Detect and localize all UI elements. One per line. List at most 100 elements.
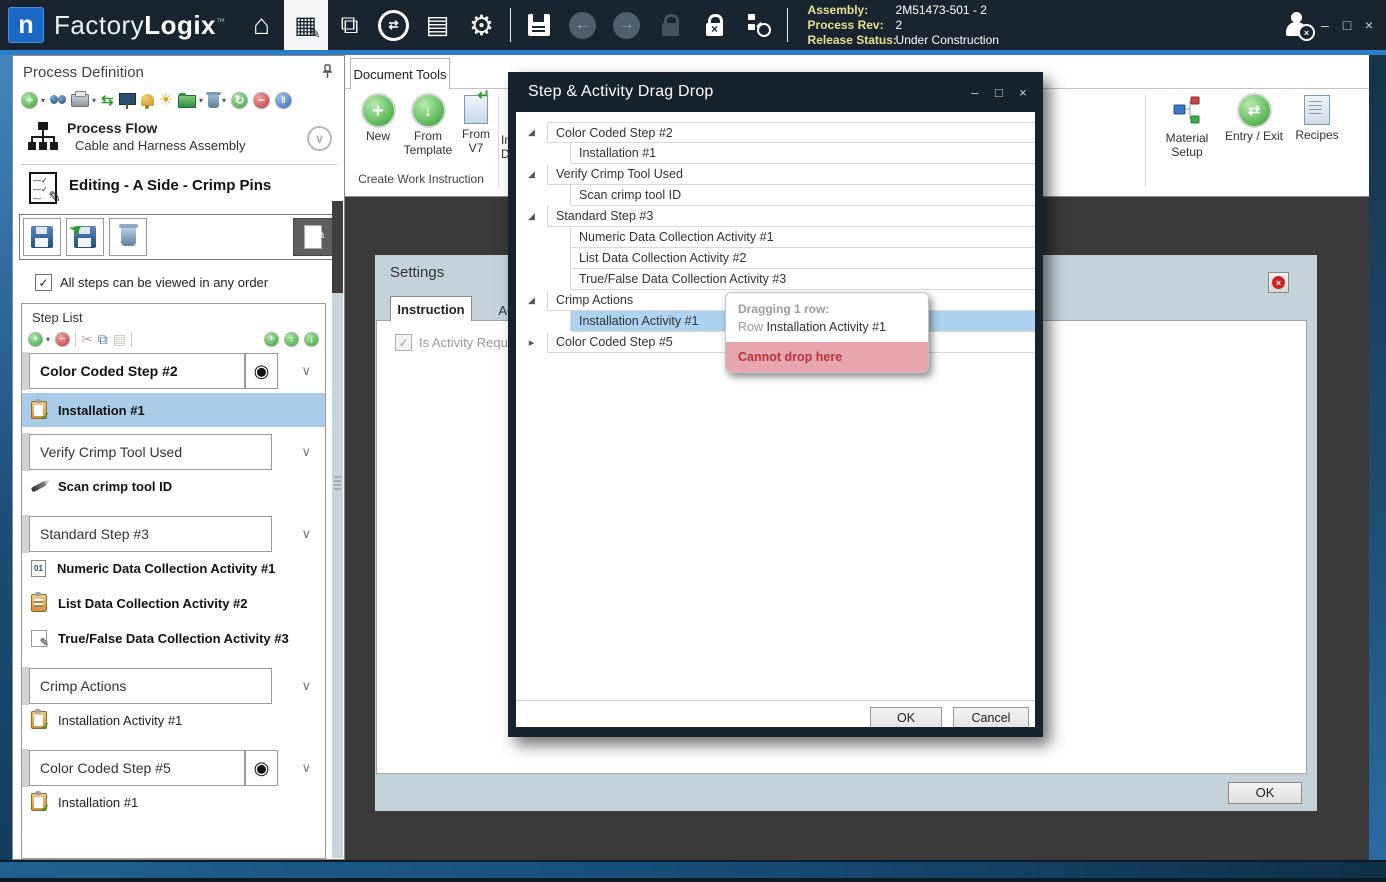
tab-document-tools[interactable]: Document Tools bbox=[350, 58, 450, 89]
save-step-button[interactable] bbox=[23, 218, 61, 256]
step-name-box[interactable]: Color Coded Step #5 bbox=[29, 750, 245, 786]
is-activity-required-checkbox[interactable]: ✓ bbox=[395, 334, 412, 351]
step-header[interactable]: Verify Crimp Tool Used ∨ bbox=[22, 433, 325, 471]
step-header[interactable]: Crimp Actions ∨ bbox=[22, 667, 325, 705]
window-close-button[interactable]: × bbox=[1358, 10, 1380, 40]
settings-close-button[interactable]: × bbox=[1268, 272, 1289, 293]
delete-step-button[interactable] bbox=[109, 218, 147, 256]
step-name-box[interactable]: Standard Step #3 bbox=[29, 516, 272, 552]
process-search-button[interactable] bbox=[737, 0, 781, 50]
delete-caret-icon[interactable]: ▾ bbox=[222, 96, 226, 105]
pin-icon[interactable] bbox=[321, 64, 334, 84]
tree-row[interactable]: ◢ Verify Crimp Tool Used bbox=[516, 164, 1035, 185]
tab-instruction[interactable]: Instruction bbox=[390, 296, 472, 321]
print-icon[interactable] bbox=[71, 94, 89, 107]
expander-expanded-icon[interactable]: ◢ bbox=[516, 290, 547, 311]
user-logout-button[interactable]: × bbox=[1284, 12, 1310, 38]
export-caret-icon[interactable]: ▾ bbox=[199, 96, 203, 105]
transfer-button[interactable]: ⇄ bbox=[372, 0, 416, 50]
activity-row[interactable]: Scan crimp tool ID bbox=[22, 474, 325, 498]
pause-icon[interactable]: ‖ bbox=[275, 92, 292, 109]
from-v7-button[interactable]: From V7 bbox=[455, 95, 497, 155]
activity-row[interactable]: Installation #1 bbox=[22, 790, 325, 814]
tree-row[interactable]: ◢ Standard Step #3 bbox=[516, 206, 1035, 227]
unlock-button[interactable] bbox=[649, 0, 693, 50]
activity-row[interactable]: List Data Collection Activity #2 bbox=[22, 591, 325, 615]
forward-button[interactable]: → bbox=[605, 0, 649, 50]
activity-row[interactable]: Installation Activity #1 bbox=[22, 708, 325, 732]
edit-mode-button[interactable]: ✎ bbox=[293, 218, 333, 256]
shuffle-icon[interactable]: ⇆ bbox=[101, 93, 114, 108]
chevron-down-icon[interactable]: ∨ bbox=[301, 444, 311, 460]
sidebar-scrollbar[interactable] bbox=[332, 201, 343, 858]
add-step-caret-icon[interactable]: ▾ bbox=[46, 335, 50, 344]
step-header[interactable]: Standard Step #3 ∨ bbox=[22, 515, 325, 553]
paste-icon[interactable]: ▤ bbox=[113, 331, 126, 348]
material-setup-button[interactable]: Material Setup bbox=[1157, 95, 1217, 159]
presentation-icon[interactable] bbox=[119, 93, 136, 105]
scrollbar-thumb[interactable] bbox=[332, 201, 343, 293]
chevron-down-icon[interactable]: ∨ bbox=[301, 363, 311, 379]
tree-row[interactable]: Installation #1 bbox=[516, 143, 1035, 164]
expander-expanded-icon[interactable]: ◢ bbox=[516, 206, 547, 227]
alert-icon[interactable] bbox=[141, 94, 154, 106]
any-order-checkbox[interactable]: ✓ bbox=[35, 274, 52, 291]
activity-row[interactable]: Installation #1 bbox=[22, 393, 325, 427]
process-definition-button[interactable]: ▦✎ bbox=[284, 0, 328, 50]
tree-row[interactable]: ◢ Color Coded Step #2 bbox=[516, 122, 1035, 143]
settings-ok-button[interactable]: OK bbox=[1228, 782, 1302, 804]
find-icon[interactable] bbox=[50, 95, 66, 105]
dialog-minimize-button[interactable]: – bbox=[963, 85, 987, 100]
chevron-down-icon[interactable]: ∨ bbox=[301, 760, 311, 776]
home-button[interactable]: ⌂ bbox=[240, 0, 284, 50]
chevron-down-icon[interactable]: ∨ bbox=[301, 678, 311, 694]
color-target-button[interactable]: ◉ bbox=[245, 750, 278, 786]
move-up-icon[interactable]: ↑ bbox=[284, 332, 299, 347]
dialog-maximize-button[interactable]: □ bbox=[987, 85, 1011, 100]
dialog-cancel-button[interactable]: Cancel bbox=[953, 707, 1029, 727]
tree-row[interactable]: Scan crimp tool ID bbox=[516, 185, 1035, 206]
step-name-box[interactable]: Color Coded Step #2 bbox=[29, 353, 245, 389]
expander-collapsed-icon[interactable]: ▸ bbox=[516, 332, 547, 353]
export-folder-icon[interactable] bbox=[178, 95, 196, 108]
activity-row[interactable]: 01 Numeric Data Collection Activity #1 bbox=[22, 556, 325, 580]
step-header[interactable]: Color Coded Step #2 ◉ ∨ bbox=[22, 352, 325, 390]
from-template-button[interactable]: ↓ From Template bbox=[401, 95, 455, 157]
add-step-icon[interactable]: + bbox=[28, 332, 43, 347]
tree-row[interactable]: List Data Collection Activity #2 bbox=[516, 248, 1035, 269]
expander-expanded-icon[interactable]: ◢ bbox=[516, 122, 547, 143]
copy-icon[interactable]: ⧉ bbox=[98, 331, 108, 348]
window-minimize-button[interactable]: – bbox=[1314, 10, 1336, 40]
move-down-icon[interactable]: ↓ bbox=[304, 332, 319, 347]
documents-button[interactable]: ▤ bbox=[416, 0, 460, 50]
step-name-box[interactable]: Verify Crimp Tool Used bbox=[29, 434, 272, 470]
insert-step-icon[interactable]: + bbox=[264, 332, 279, 347]
recipes-button[interactable]: Recipes bbox=[1291, 95, 1343, 142]
lock-close-button[interactable]: × bbox=[693, 0, 737, 50]
tree-row[interactable]: True/False Data Collection Activity #3 bbox=[516, 269, 1035, 290]
chevron-down-icon[interactable]: ∨ bbox=[301, 526, 311, 542]
highlight-icon[interactable]: ☀ bbox=[159, 90, 173, 110]
add-icon[interactable]: + bbox=[21, 92, 38, 109]
window-maximize-button[interactable]: □ bbox=[1336, 10, 1358, 40]
entry-exit-button[interactable]: ⇄ Entry / Exit bbox=[1221, 95, 1287, 143]
step-name-box[interactable]: Crimp Actions bbox=[29, 668, 272, 704]
activity-row[interactable]: True/False Data Collection Activity #3 bbox=[22, 626, 325, 650]
collapse-circle-icon[interactable]: ∨ bbox=[307, 126, 332, 151]
tree-row[interactable]: Numeric Data Collection Activity #1 bbox=[516, 227, 1035, 248]
new-document-button[interactable]: + New bbox=[355, 95, 401, 143]
production-button[interactable]: ⧉ bbox=[328, 0, 372, 50]
add-caret-icon[interactable]: ▾ bbox=[41, 96, 45, 105]
refresh-icon[interactable]: ↻ bbox=[231, 92, 248, 109]
dialog-close-button[interactable]: × bbox=[1011, 85, 1035, 100]
print-caret-icon[interactable]: ▾ bbox=[92, 96, 96, 105]
cut-icon[interactable]: ✂ bbox=[81, 331, 93, 348]
remove-step-icon[interactable]: − bbox=[55, 332, 70, 347]
remove-icon[interactable]: − bbox=[253, 92, 270, 109]
step-header[interactable]: Color Coded Step #5 ◉ ∨ bbox=[22, 749, 325, 787]
back-button[interactable]: ← bbox=[561, 0, 605, 50]
expander-expanded-icon[interactable]: ◢ bbox=[516, 164, 547, 185]
color-target-button[interactable]: ◉ bbox=[245, 353, 278, 389]
save-button[interactable] bbox=[517, 0, 561, 50]
delete-icon[interactable] bbox=[208, 95, 219, 108]
